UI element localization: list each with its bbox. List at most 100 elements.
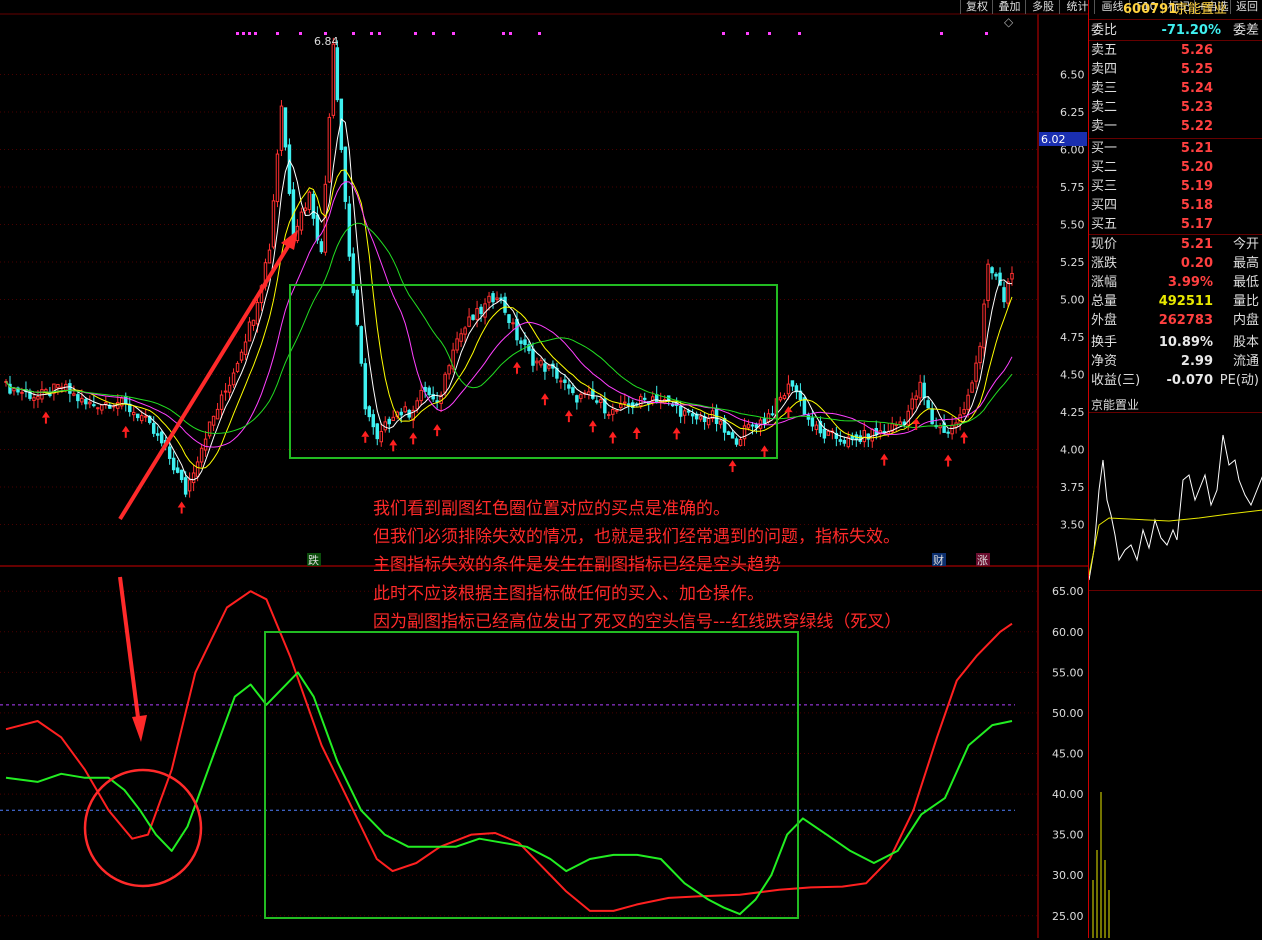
candle-212: [850, 435, 855, 439]
candle-116: [467, 316, 471, 327]
candle-136: [547, 365, 551, 369]
candle-96: [387, 418, 391, 425]
candle-93: [375, 423, 379, 440]
candle-122: [491, 293, 495, 303]
buy-arrow-3: [361, 430, 370, 437]
candle-77: [311, 193, 316, 219]
candle-61: [247, 321, 252, 342]
candle-63: [255, 302, 260, 325]
candle-47: [191, 472, 196, 484]
stat-row-3-label: 总量: [1091, 294, 1118, 309]
candle-143: [575, 395, 579, 403]
candle-149: [599, 399, 603, 403]
bid-row-0-value: 5.21: [1180, 141, 1213, 156]
candle-2: [12, 387, 16, 392]
main-tick-2: 4.00: [1060, 444, 1085, 457]
candle-245: [982, 303, 986, 349]
top-dot-16: [722, 32, 725, 35]
candle-7: [32, 397, 36, 401]
candle-49: [199, 447, 204, 463]
stat-row-0-label: 现价: [1091, 237, 1118, 252]
osc-tick-7: 60.00: [1052, 626, 1084, 639]
candle-252: [1010, 272, 1014, 280]
ask-row-1-value: 5.25: [1180, 62, 1213, 77]
stat-row-1-label: 涨跌: [1091, 256, 1118, 271]
top-dot-18: [768, 32, 771, 35]
candle-52: [211, 415, 216, 426]
stat-row-7-label2: PE(动): [1219, 373, 1259, 388]
candle-142: [571, 387, 575, 394]
candle-197: [790, 380, 795, 387]
uptrend-arrowhead: [281, 230, 298, 250]
candle-21: [88, 401, 92, 405]
stat-row-1: 涨跌 0.20 最高: [1089, 254, 1262, 273]
buy-arrow-11: [608, 431, 617, 438]
candle-172: [690, 413, 695, 417]
candle-74: [299, 211, 304, 231]
candle-69: [279, 105, 284, 151]
candle-20: [84, 398, 88, 405]
osc-lines: [5, 590, 1013, 916]
candle-248: [994, 273, 998, 277]
stat-row-2-label: 涨幅: [1091, 275, 1118, 290]
osc-y-axis: 25.00 30.00 35.00 40.00 45.00 50.00 55.00 60.00…: [1052, 585, 1084, 923]
buy-arrow-0: [41, 411, 50, 418]
candle-46: [187, 479, 192, 492]
candle-41: [167, 446, 172, 459]
candles: [4, 37, 1014, 498]
candle-43: [175, 467, 180, 473]
toolbar-button-0[interactable]: 复权: [960, 0, 993, 14]
candle-39: [159, 431, 164, 444]
stock-code: 600791: [1123, 2, 1178, 17]
candle-129: [519, 340, 523, 344]
osc-tick-0: 25.00: [1052, 910, 1084, 923]
badge-cai[interactable]: 财: [933, 553, 944, 567]
candle-139: [559, 380, 563, 383]
osc-tick-4: 45.00: [1052, 748, 1084, 761]
toolbar-button-1[interactable]: 叠加: [992, 0, 1026, 14]
top-dot-21: [985, 32, 988, 35]
candle-88: [355, 289, 360, 325]
candle-169: [678, 405, 683, 417]
peak-label: 6.84: [314, 35, 339, 48]
candle-55: [223, 390, 228, 393]
main-tick-3: 4.25: [1060, 406, 1085, 419]
candle-237: [950, 424, 954, 435]
candle-33: [136, 413, 140, 419]
ask-row-4: 卖一 5.22: [1089, 117, 1262, 136]
candle-242: [970, 382, 974, 393]
last-price-tag: 6.02: [1041, 133, 1066, 146]
candle-66: [267, 249, 272, 264]
candle-44: [179, 469, 184, 481]
candle-195: [782, 395, 787, 400]
buy-arrow-14: [728, 460, 737, 467]
main-tick-6: 5.00: [1060, 294, 1085, 307]
stat-row-6: 净资 2.99 流通: [1089, 352, 1262, 371]
candle-231: [926, 400, 930, 409]
buy-arrow-9: [564, 410, 573, 417]
osc-line-red: [5, 590, 1013, 912]
candle-51: [207, 421, 212, 437]
candle-86: [347, 203, 352, 257]
osc-tick-2: 35.00: [1052, 829, 1084, 842]
buy-arrow-12: [632, 427, 641, 434]
candle-201: [806, 414, 811, 420]
badge-zhang[interactable]: 涨: [977, 554, 988, 567]
top-dot-7: [352, 32, 355, 35]
buy-arrow-10: [588, 420, 597, 427]
toolbar-button-2[interactable]: 多股: [1025, 0, 1060, 14]
candle-181: [726, 431, 731, 435]
candle-184: [738, 439, 743, 446]
top-dot-14: [509, 32, 512, 35]
annotation-line-3: 主图指标失效的条件是发生在副图指标已经是空头趋势: [373, 555, 781, 575]
ask-row-2-value: 5.24: [1180, 81, 1213, 96]
ask-row-2: 卖三 5.24: [1089, 79, 1262, 98]
badge-die[interactable]: 跌: [308, 553, 319, 567]
candle-155: [623, 401, 627, 404]
candle-124: [499, 297, 503, 300]
candle-251: [1006, 281, 1010, 304]
stat-row-1-label2: 最高: [1232, 256, 1259, 271]
stat-row-2-label2: 最低: [1232, 275, 1259, 290]
diamond-icon[interactable]: ◇: [1004, 15, 1014, 29]
candle-119: [479, 306, 483, 315]
